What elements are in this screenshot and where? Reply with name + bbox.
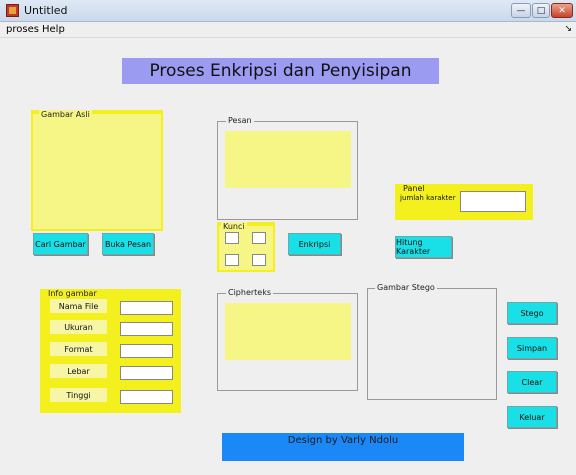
gambar-stego-frame: [367, 288, 497, 400]
panel-label: Panel: [401, 184, 427, 193]
pesan-label: Pesan: [226, 116, 254, 125]
hitung-karakter-button[interactable]: Hitung Karakter: [395, 236, 452, 258]
cipherteks-frame: [217, 293, 358, 391]
jumlah-karakter-field[interactable]: [460, 191, 526, 212]
page-title: Proses Enkripsi dan Penyisipan: [122, 58, 439, 84]
tinggi-field[interactable]: [120, 390, 173, 404]
format-label: Format: [50, 342, 107, 356]
pesan-textarea[interactable]: [225, 131, 351, 188]
clear-button[interactable]: Clear: [507, 371, 557, 393]
cipherteks-textarea[interactable]: [225, 303, 351, 360]
stego-button[interactable]: Stego: [507, 302, 557, 324]
info-gambar-panel: Info gambar Nama File Ukuran Format Leba…: [40, 289, 181, 413]
lebar-label: Lebar: [50, 364, 107, 378]
gambar-asli-label: Gambar Asli: [39, 110, 92, 119]
tinggi-label: Tinggi: [50, 388, 107, 402]
kunci-label: Kunci: [221, 222, 247, 231]
nama-file-label: Nama File: [50, 299, 107, 313]
simpan-button[interactable]: Simpan: [507, 337, 557, 359]
buka-pesan-button[interactable]: Buka Pesan: [102, 233, 154, 255]
format-field[interactable]: [120, 344, 173, 358]
gambar-asli-panel: Gambar Asli: [31, 110, 163, 231]
gambar-stego-label: Gambar Stego: [375, 283, 437, 292]
jumlah-karakter-panel: Panel jumlah karakter: [395, 184, 533, 220]
info-gambar-label: Info gambar: [46, 289, 99, 298]
kunci-input-3[interactable]: [225, 254, 239, 266]
menu-help[interactable]: Help: [42, 24, 65, 35]
kunci-panel: Kunci: [217, 222, 275, 272]
maximize-icon[interactable]: □: [532, 3, 550, 18]
keluar-button[interactable]: Keluar: [507, 406, 557, 428]
gambar-asli-image-area: [33, 114, 161, 229]
cipherteks-label: Cipherteks: [226, 288, 274, 297]
kunci-input-2[interactable]: [252, 232, 266, 244]
matlab-app-icon: [6, 4, 19, 17]
enkripsi-button[interactable]: Enkripsi: [288, 233, 341, 255]
nama-file-field[interactable]: [120, 301, 173, 315]
menu-proses[interactable]: proses: [6, 24, 39, 35]
ukuran-field[interactable]: [120, 322, 173, 336]
kunci-input-1[interactable]: [225, 232, 239, 244]
lebar-field[interactable]: [120, 366, 173, 380]
title-bar: Untitled — □ ✕: [0, 0, 576, 22]
cari-gambar-button[interactable]: Cari Gambar: [33, 233, 88, 255]
dock-arrow-icon[interactable]: ↘: [564, 24, 572, 34]
close-icon[interactable]: ✕: [551, 3, 573, 18]
ukuran-label: Ukuran: [50, 320, 107, 334]
menu-bar: proses Help: [0, 22, 576, 38]
jumlah-karakter-label: jumlah karakter: [400, 194, 456, 202]
kunci-input-4[interactable]: [252, 254, 266, 266]
minimize-icon[interactable]: —: [511, 3, 531, 18]
pesan-frame: [217, 121, 358, 220]
window-title: Untitled: [24, 4, 68, 17]
footer-credit: Design by Varly Ndolu: [222, 433, 464, 461]
